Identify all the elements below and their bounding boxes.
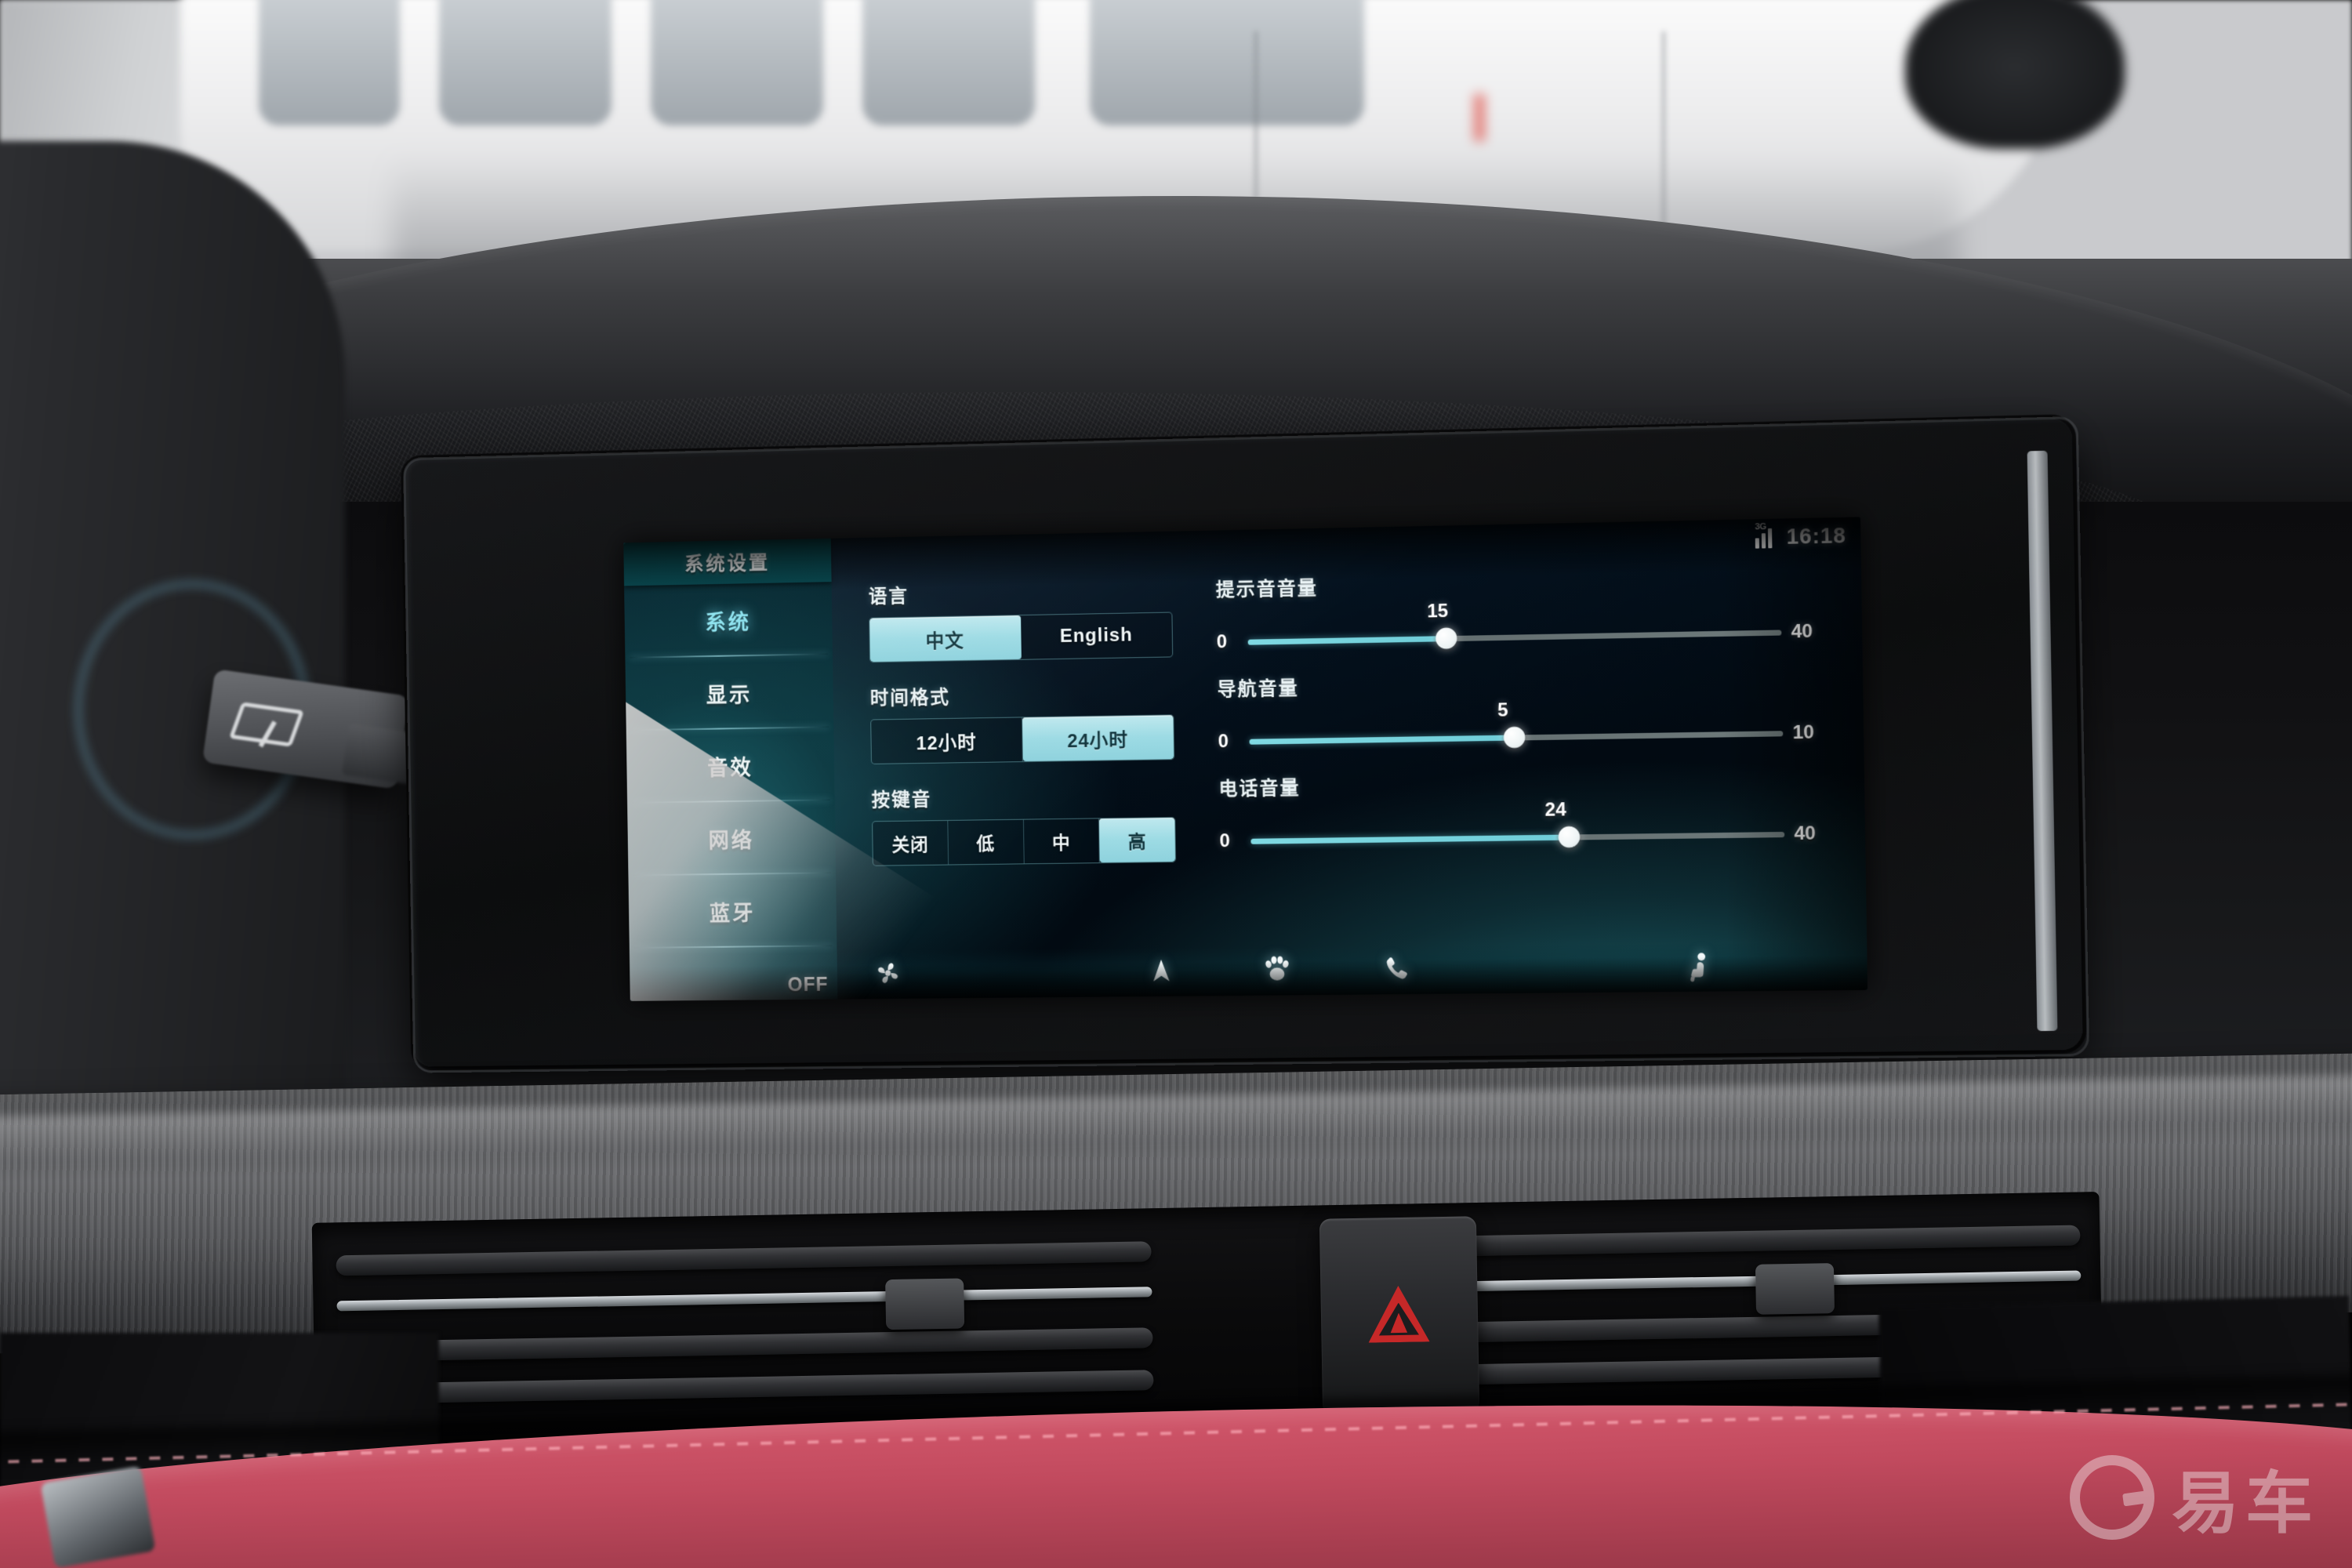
time-format-setting: 时间格式 12小时 24小时 (869, 677, 1175, 764)
option-label: 中文 (925, 630, 964, 652)
slider-track[interactable] (1249, 726, 1784, 749)
slider-track[interactable] (1250, 826, 1785, 848)
time-format-option-12h[interactable]: 12小时 (871, 717, 1023, 764)
fan-icon[interactable] (873, 957, 904, 993)
background-car-window (1090, 0, 1364, 125)
slider-fill (1250, 834, 1570, 844)
vent-direction-knob[interactable] (885, 1278, 965, 1330)
slider-min-label: 0 (1218, 731, 1229, 753)
system-settings-screen: 系统设置 系统 显示 音效 网络 蓝牙 OFF 3G 16:18 语言 中文 E… (623, 517, 1868, 1001)
background-car-window (439, 0, 612, 125)
language-option-chinese[interactable]: 中文 (869, 615, 1022, 662)
screenshot-scene: 系统设置 系统 显示 音效 网络 蓝牙 OFF 3G 16:18 语言 中文 E… (0, 0, 2352, 1568)
background-car-mirror (1905, 0, 2125, 149)
slider-min-label: 0 (1216, 631, 1228, 653)
option-label: 低 (976, 833, 996, 855)
background-car-window (862, 0, 1035, 125)
paw-icon[interactable] (1260, 950, 1295, 989)
navigation-icon[interactable] (1146, 956, 1176, 990)
settings-columns: 语言 中文 English 时间格式 12小时 24小时 按键音 关闭 低 中 … (832, 561, 1866, 887)
sidebar: 系统设置 系统 显示 音效 网络 蓝牙 OFF (623, 538, 838, 1001)
language-setting: 语言 中文 English (869, 575, 1174, 663)
language-option-english[interactable]: English (1021, 613, 1173, 659)
console-chrome-accent (40, 1465, 156, 1568)
language-label: 语言 (868, 586, 909, 608)
bottom-taskbar (837, 940, 1868, 1000)
vent-slat-chrome[interactable] (1375, 1270, 2082, 1294)
navigation-volume-value: 5 (1497, 699, 1508, 721)
vent-slat[interactable] (1374, 1225, 2081, 1258)
status-bar: 3G 16:18 (1755, 521, 1847, 550)
slider-min-label: 0 (1219, 830, 1231, 852)
language-segmented-control[interactable]: 中文 English (869, 612, 1174, 663)
phone-volume-value: 24 (1544, 799, 1566, 821)
sidebar-item-label: 蓝牙 (709, 901, 756, 925)
sidebar-item-label: 系统 (705, 610, 752, 634)
sidebar-item-label: 显示 (706, 683, 753, 707)
network-type-label: 3G (1755, 521, 1766, 532)
vent-slat[interactable] (338, 1370, 1154, 1405)
navigation-volume-setting: 导航音量 5 0 10 (1217, 663, 1815, 753)
key-tone-option-medium[interactable]: 中 (1023, 818, 1100, 864)
settings-right-column: 提示音音量 15 0 40 导航音量 5 0 10 电话音量 24 0 40 (1172, 561, 1866, 883)
settings-left-column: 语言 中文 English 时间格式 12小时 24小时 按键音 关闭 低 中 … (832, 575, 1177, 887)
vent-slat[interactable] (336, 1241, 1152, 1276)
option-label: English (1059, 624, 1133, 647)
sidebar-item-sound[interactable]: 音效 (626, 728, 835, 804)
key-tone-option-low[interactable]: 低 (948, 819, 1025, 865)
option-label: 关闭 (891, 834, 929, 855)
slider-max-label: 40 (1791, 620, 1813, 643)
background-car-window (259, 0, 400, 125)
key-tone-segmented-control[interactable]: 关闭 低 中 高 (872, 817, 1177, 866)
slider-thumb[interactable] (1558, 826, 1581, 848)
sidebar-item-label: 音效 (707, 755, 753, 780)
slider-max-label: 10 (1792, 721, 1815, 744)
background-car-window (651, 0, 823, 125)
slider-max-label: 40 (1794, 822, 1817, 845)
time-format-option-24h[interactable]: 24小时 (1022, 715, 1174, 762)
signal-icon: 3G (1755, 521, 1779, 549)
page-title: 系统设置 (623, 538, 832, 586)
clock: 16:18 (1786, 523, 1847, 549)
time-format-segmented-control[interactable]: 12小时 24小时 (870, 714, 1175, 764)
slider-track[interactable] (1247, 627, 1782, 649)
key-tone-setting: 按键音 关闭 低 中 高 (871, 780, 1177, 866)
sidebar-menu: 系统 显示 音效 网络 蓝牙 (624, 582, 837, 949)
vent-slat[interactable] (337, 1327, 1153, 1363)
climate-off-label[interactable]: OFF (787, 974, 828, 996)
time-format-label: 时间格式 (869, 687, 951, 710)
sidebar-item-bluetooth[interactable]: 蓝牙 (628, 873, 837, 949)
phone-volume-label: 电话音量 (1218, 777, 1301, 800)
alert-volume-value: 15 (1426, 600, 1449, 622)
alert-volume-setting: 提示音音量 15 0 40 (1215, 562, 1813, 653)
key-tone-label: 按键音 (871, 789, 932, 811)
option-label: 12小时 (916, 731, 978, 754)
vent-slat-chrome[interactable] (336, 1287, 1152, 1312)
reflection-highlight (1474, 94, 1485, 141)
sidebar-item-display[interactable]: 显示 (625, 655, 833, 731)
phone-volume-setting: 电话音量 24 0 40 (1218, 764, 1817, 852)
option-label: 中 (1051, 832, 1071, 853)
sidebar-item-label: 网络 (708, 828, 755, 853)
slider-thumb[interactable] (1503, 726, 1526, 749)
key-tone-option-high[interactable]: 高 (1099, 818, 1176, 863)
phone-icon[interactable] (1381, 954, 1412, 989)
hazard-triangle-icon (1367, 1285, 1429, 1342)
vent-direction-knob[interactable] (1755, 1263, 1835, 1315)
option-label: 24小时 (1066, 729, 1129, 752)
sidebar-item-network[interactable]: 网络 (627, 800, 836, 876)
sidebar-item-system[interactable]: 系统 (624, 582, 833, 659)
slider-thumb[interactable] (1435, 627, 1457, 649)
slider-fill (1247, 635, 1446, 645)
infotainment-display[interactable]: 系统设置 系统 显示 音效 网络 蓝牙 OFF 3G 16:18 语言 中文 E… (623, 517, 1868, 1001)
seat-icon[interactable] (1683, 951, 1716, 989)
slider-fill (1249, 734, 1515, 745)
key-tone-option-off[interactable]: 关闭 (873, 820, 949, 866)
option-label: 高 (1127, 831, 1147, 852)
settings-main: 3G 16:18 语言 中文 English 时间格式 12小时 24小时 按键… (830, 517, 1868, 1000)
